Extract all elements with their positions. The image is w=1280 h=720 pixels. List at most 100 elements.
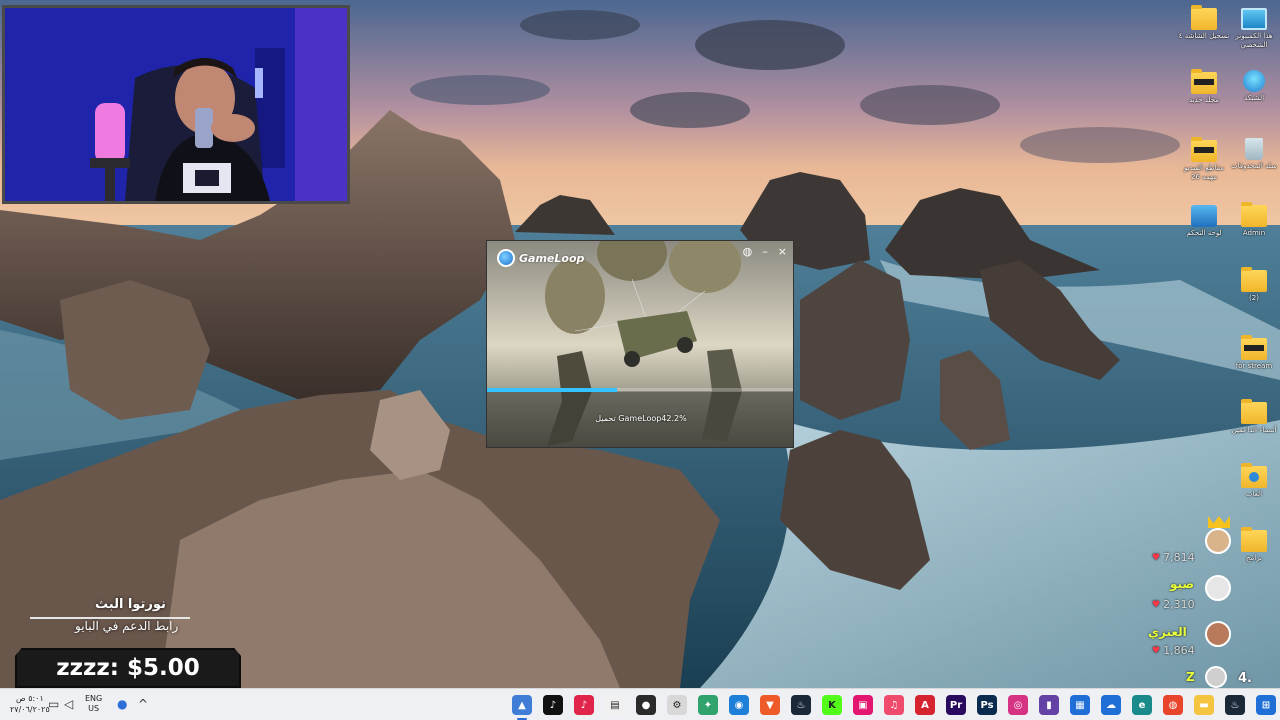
desktop-icon-label: لوحة التحكم (1186, 229, 1222, 237)
tiktok-live-app[interactable]: ♪ (574, 695, 594, 715)
minimize-icon[interactable]: – (762, 245, 768, 258)
heart-icon: ♥ (1152, 552, 1161, 563)
desktop-icon-label: سلة المحذوفات (1231, 162, 1277, 170)
rank-count: 4. (1238, 671, 1252, 686)
download-progress-fill (487, 388, 617, 392)
desktop-icon-for-stream[interactable]: for stream (1228, 335, 1280, 371)
avatar[interactable] (1205, 666, 1227, 688)
desktop-icon-network[interactable]: الشبكة (1228, 70, 1280, 103)
streamlabs-app[interactable]: ▣ (853, 695, 873, 715)
avatar[interactable] (1205, 575, 1231, 601)
clock-time: ٥:٠١ ص (15, 694, 44, 703)
gameloop-logo-text: GameLoop (519, 251, 585, 265)
desktop-icon-video-clips[interactable]: مقاطع الفيديو مهمه 26 (1178, 137, 1230, 182)
desktop-icon-games[interactable]: العاب (1228, 463, 1280, 499)
clock-date: ٢٧/٠٦/٢٠٢٥ (10, 705, 50, 714)
desktop-icon-label: مجلد جديد (1188, 96, 1220, 104)
close-icon[interactable]: × (778, 245, 787, 258)
start-app[interactable]: ⊞ (1256, 695, 1276, 715)
avatar[interactable] (1205, 528, 1231, 554)
battery-icon[interactable]: ▭ (48, 697, 59, 711)
desktop-icon-label: العاب (1245, 490, 1263, 498)
window-controls: ◍ – × (743, 245, 787, 258)
acrobat-app[interactable]: A (915, 695, 935, 715)
desktop-icon-label: هذا الكمبيوتر الشخصي (1235, 32, 1273, 49)
control-panel-icon (1191, 205, 1217, 227)
gifter-name: Z (1186, 670, 1195, 684)
stream-greeting: نورتوا البث (95, 597, 166, 612)
gameloop-app[interactable]: ▲ (512, 695, 532, 715)
heart-icon: ♥ (1152, 645, 1161, 656)
network-icon (1243, 70, 1265, 92)
lang-region: US (88, 704, 100, 713)
language-indicator[interactable]: ENG US (85, 694, 102, 714)
premiere-app[interactable]: Pr (946, 695, 966, 715)
tiktok-app[interactable]: ♪ (543, 695, 563, 715)
folder-icon (1191, 5, 1217, 30)
desktop-icon-programs[interactable]: برامج (1228, 527, 1280, 563)
edge-app[interactable]: e (1132, 695, 1152, 715)
donation-text: zzzz: $5.00 (56, 655, 200, 681)
taskbar-clock[interactable]: ٥:٠١ ص ٢٧/٠٦/٢٠٢٥ (10, 693, 50, 715)
desktop-icon-label: (2) (1249, 294, 1259, 302)
language-globe-icon[interactable]: ◍ (743, 245, 753, 258)
folder-icon (1241, 202, 1267, 227)
brave-app[interactable]: ▼ (760, 695, 780, 715)
desktop-icon-new-folder[interactable]: مجلد جديد (1178, 69, 1230, 105)
taskbar: ٥:٠١ ص ٢٧/٠٦/٢٠٢٥ ▭ ◁ ENG US ● ^ ▲ ♪ ♪ ▤ ● ⚙ ✦… (0, 688, 1280, 720)
folder-icon (1241, 527, 1267, 552)
gameloop-logo: GameLoop (497, 249, 584, 267)
folder-icon (1241, 463, 1267, 488)
instagram-app[interactable]: ◎ (1008, 695, 1028, 715)
desktop-icon-label: Admin (1242, 229, 1266, 237)
gameloop-logo-icon (497, 249, 515, 267)
volume-icon[interactable]: ◁ (64, 697, 73, 711)
desktop-icon-control-panel[interactable]: لوحة التحكم (1178, 205, 1230, 238)
onedrive-app[interactable]: ☁ (1101, 695, 1121, 715)
desktop-icon-label: تسجيل الشاشة ٤ (1178, 32, 1230, 40)
steam-app[interactable]: ♨ (791, 695, 811, 715)
desktop-icon-label: مقاطع الفيديو مهمه 26 (1184, 164, 1224, 181)
desktop-icon-supporters[interactable]: أسماء الداعمين (1228, 399, 1280, 435)
gifter-name: صيو (1170, 577, 1195, 591)
desktop-icon-label: الشبكة (1243, 94, 1265, 102)
desktop-icon-label: for stream (1235, 362, 1273, 370)
desktop-icon-folder-2[interactable]: (2) (1228, 267, 1280, 303)
monitor-icon (1241, 8, 1267, 30)
lang-code: ENG (85, 694, 103, 703)
like-count: ♥ 2,310 (1152, 598, 1195, 611)
twitch-app[interactable]: ▮ (1039, 695, 1059, 715)
folder-icon (1191, 69, 1217, 94)
donation-alert: zzzz: $5.00 (15, 648, 241, 688)
desktop-icon-this-pc[interactable]: هذا الكمبيوتر الشخصي (1228, 8, 1280, 50)
desktop-icon-recycle-bin[interactable]: سلة المحذوفات (1228, 138, 1280, 171)
obs-app[interactable]: ● (636, 695, 656, 715)
avatar[interactable] (1205, 621, 1231, 647)
download-progress-bar (487, 388, 793, 392)
recycle-bin-icon (1245, 138, 1263, 160)
steam-tray-app[interactable]: ♨ (1225, 695, 1245, 715)
chrome-app[interactable]: ◍ (1163, 695, 1183, 715)
desktop-icon-screen-recording[interactable]: تسجيل الشاشة ٤ (1178, 5, 1230, 41)
widgets-app[interactable]: ✦ (698, 695, 718, 715)
chat-app[interactable]: ◉ (729, 695, 749, 715)
notepad-app[interactable]: ▤ (605, 695, 625, 715)
gameloop-launcher-window[interactable]: GameLoop ◍ – × تحميل GameLoop42.2% (486, 240, 794, 448)
store-app[interactable]: ▦ (1070, 695, 1090, 715)
itunes-app[interactable]: ♫ (884, 695, 904, 715)
photoshop-app[interactable]: Ps (977, 695, 997, 715)
mic-icon[interactable]: ● (117, 697, 127, 711)
download-status-text: تحميل GameLoop42.2% (595, 414, 687, 423)
like-count: ♥ 1,864 (1152, 644, 1195, 657)
heart-icon: ♥ (1152, 599, 1161, 610)
like-count: ♥ 7,814 (1152, 551, 1195, 564)
folder-icon (1241, 267, 1267, 292)
support-link-text: رابط الدعم في البايو (75, 619, 179, 633)
kick-app[interactable]: K (822, 695, 842, 715)
folder-icon (1191, 137, 1217, 162)
settings-app[interactable]: ⚙ (667, 695, 687, 715)
gifter-name: العنزي (1148, 625, 1187, 639)
chevron-up-icon[interactable]: ^ (138, 697, 148, 711)
desktop-icon-admin[interactable]: Admin (1228, 202, 1280, 238)
explorer-app[interactable]: ▬ (1194, 695, 1214, 715)
